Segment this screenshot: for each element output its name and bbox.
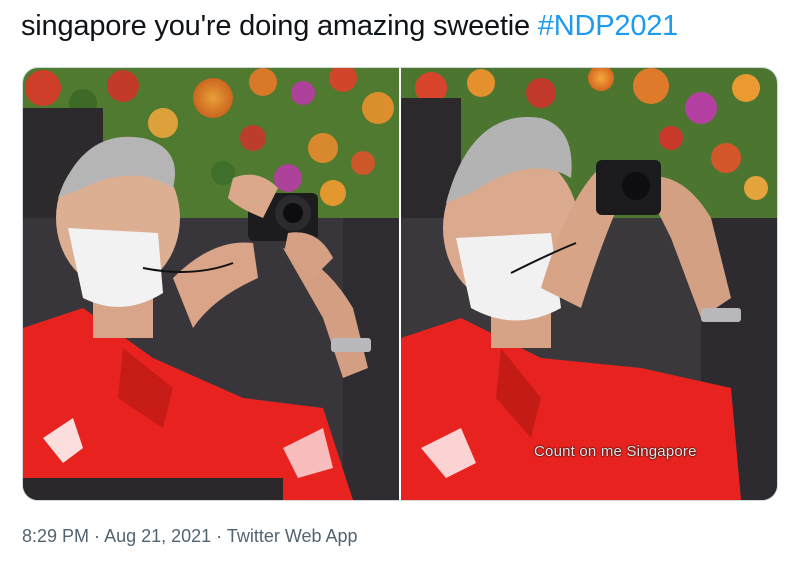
tweet-time-link[interactable]: 8:29 PM xyxy=(22,526,89,546)
photo-man-with-camera-closeup-icon xyxy=(401,68,777,500)
tweet-text: singapore you're doing amazing sweetie #… xyxy=(21,10,678,43)
hashtag-link[interactable]: #NDP2021 xyxy=(538,10,678,42)
meta-separator: · xyxy=(89,526,105,546)
tweet-date-link[interactable]: Aug 21, 2021 xyxy=(104,526,211,546)
media-photo-right[interactable]: Count on me Singapore xyxy=(401,68,777,500)
photo-man-with-camera-icon xyxy=(23,68,399,500)
media-grid: Count on me Singapore xyxy=(22,67,778,501)
tweet-source-link[interactable]: Twitter Web App xyxy=(227,526,358,546)
media-photo-left[interactable] xyxy=(23,68,399,500)
video-caption: Count on me Singapore xyxy=(534,443,697,460)
tweet-body-text: singapore you're doing amazing sweetie xyxy=(21,10,538,42)
tweet-meta: 8:29 PM · Aug 21, 2021 · Twitter Web App xyxy=(22,526,358,547)
meta-separator: · xyxy=(211,526,227,546)
